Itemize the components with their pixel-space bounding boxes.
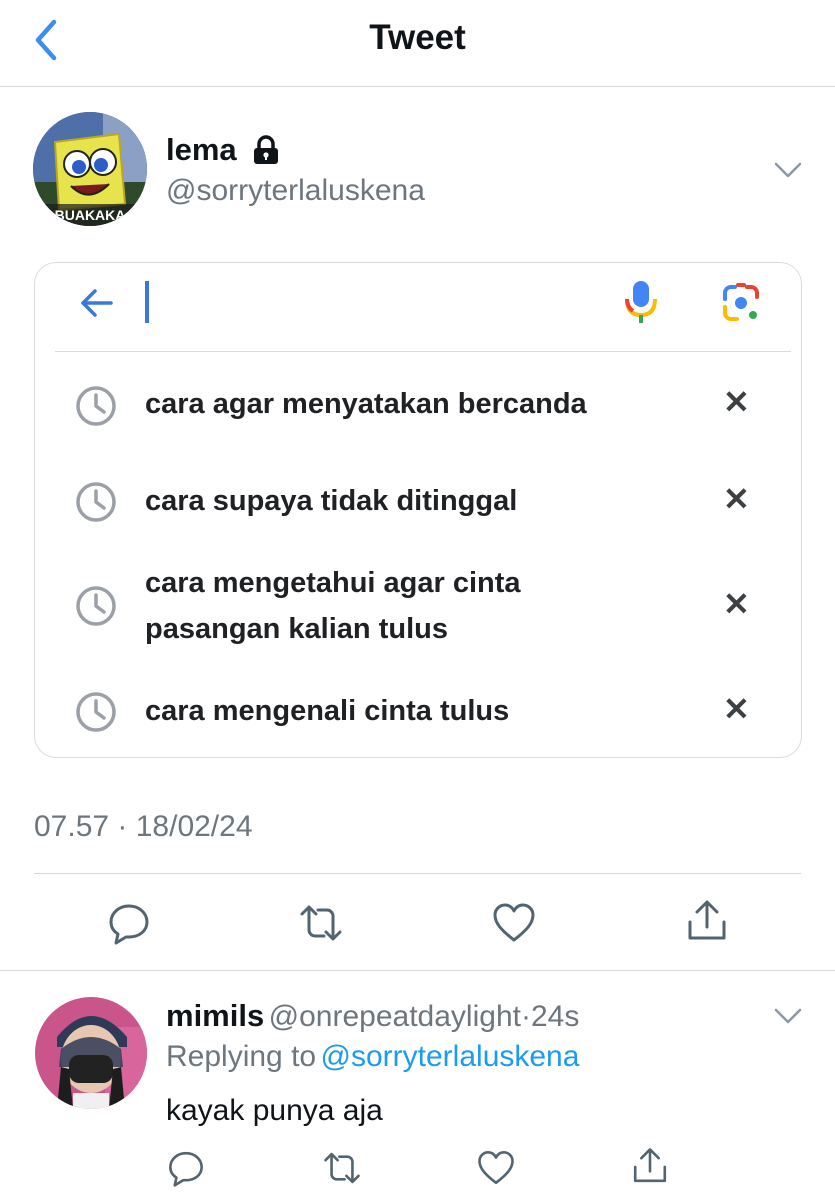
suggestion-text: cara agar menyatakan bercanda [145, 388, 587, 420]
page-title: Tweet [369, 18, 466, 57]
retweet-icon [300, 905, 342, 941]
search-divider [55, 351, 791, 352]
header-divider [0, 86, 835, 87]
replying-to-label: Replying to [166, 1040, 317, 1073]
camera-lens-icon [723, 283, 759, 321]
search-cursor [145, 281, 149, 323]
replying-to-link[interactable]: @sorryterlaluskena [321, 1040, 580, 1073]
reply-author-handle[interactable]: @onrepeatdaylight [269, 1000, 521, 1033]
tweet-image[interactable]: cara agar menyatakan bercanda ✕ cara sup… [34, 262, 802, 758]
share-button[interactable] [630, 1146, 670, 1186]
history-icon [75, 691, 117, 738]
more-options-button[interactable] [772, 158, 804, 182]
author-handle[interactable]: @sorryterlaluskena [166, 174, 425, 208]
reply-text: kayak punya aja [166, 1094, 383, 1127]
like-button[interactable] [491, 900, 537, 946]
suggestion-text: cara supaya tidak ditinggal [145, 485, 518, 517]
remove-suggestion-icon: ✕ [723, 586, 750, 622]
like-button[interactable] [476, 1148, 516, 1188]
remove-suggestion-icon: ✕ [723, 384, 750, 420]
like-icon [478, 1151, 514, 1185]
reply-author-avatar[interactable] [35, 997, 147, 1109]
share-icon [633, 1148, 667, 1183]
retweet-icon [324, 1152, 360, 1184]
chevron-down-icon [774, 1008, 802, 1024]
reply-more-options-button[interactable] [772, 1004, 804, 1028]
history-icon [75, 385, 117, 432]
avatar-image [35, 997, 147, 1109]
reply-icon [109, 904, 149, 945]
voice-search-button [619, 279, 663, 325]
meta-separator: · [520, 1000, 531, 1033]
like-icon [493, 903, 535, 942]
mic-icon [625, 281, 657, 323]
author-avatar[interactable]: BUAKAKA [33, 112, 147, 226]
retweet-button[interactable] [298, 900, 344, 946]
reply-button[interactable] [106, 900, 152, 946]
reply-time: 24s [530, 1000, 580, 1033]
history-icon [75, 481, 117, 528]
history-icon [75, 585, 117, 632]
avatar-caption: BUAKAKA [55, 207, 126, 223]
suggestion-text: cara mengenali cinta tulus [145, 695, 510, 727]
lens-search-button [719, 281, 763, 325]
lock-icon [250, 134, 282, 166]
remove-suggestion-icon: ✕ [723, 481, 750, 517]
retweet-button[interactable] [322, 1148, 362, 1188]
remove-suggestion-icon: ✕ [723, 691, 750, 727]
author-name[interactable]: lema [166, 132, 237, 168]
actions-divider [0, 970, 835, 971]
replying-to: Replying to @sorryterlaluskena [166, 1040, 579, 1074]
search-back-button [77, 283, 117, 323]
avatar-image: BUAKAKA [33, 112, 147, 226]
tweet-timestamp: 07.57 · 18/02/24 [34, 810, 253, 843]
chevron-down-icon [774, 162, 802, 178]
share-icon [688, 900, 726, 940]
suggestion-text: cara mengetahui agar cinta [145, 567, 521, 599]
reply-author-name[interactable]: mimils [166, 998, 264, 1033]
reply-icon [169, 1151, 203, 1187]
share-button[interactable] [684, 898, 730, 944]
reply-header: mimils @onrepeatdaylight·24s [166, 998, 579, 1034]
suggestion-text: pasangan kalian tulus [145, 613, 448, 645]
timestamp-divider [34, 873, 801, 874]
arrow-left-icon [81, 289, 113, 317]
reply-button[interactable] [166, 1148, 206, 1188]
